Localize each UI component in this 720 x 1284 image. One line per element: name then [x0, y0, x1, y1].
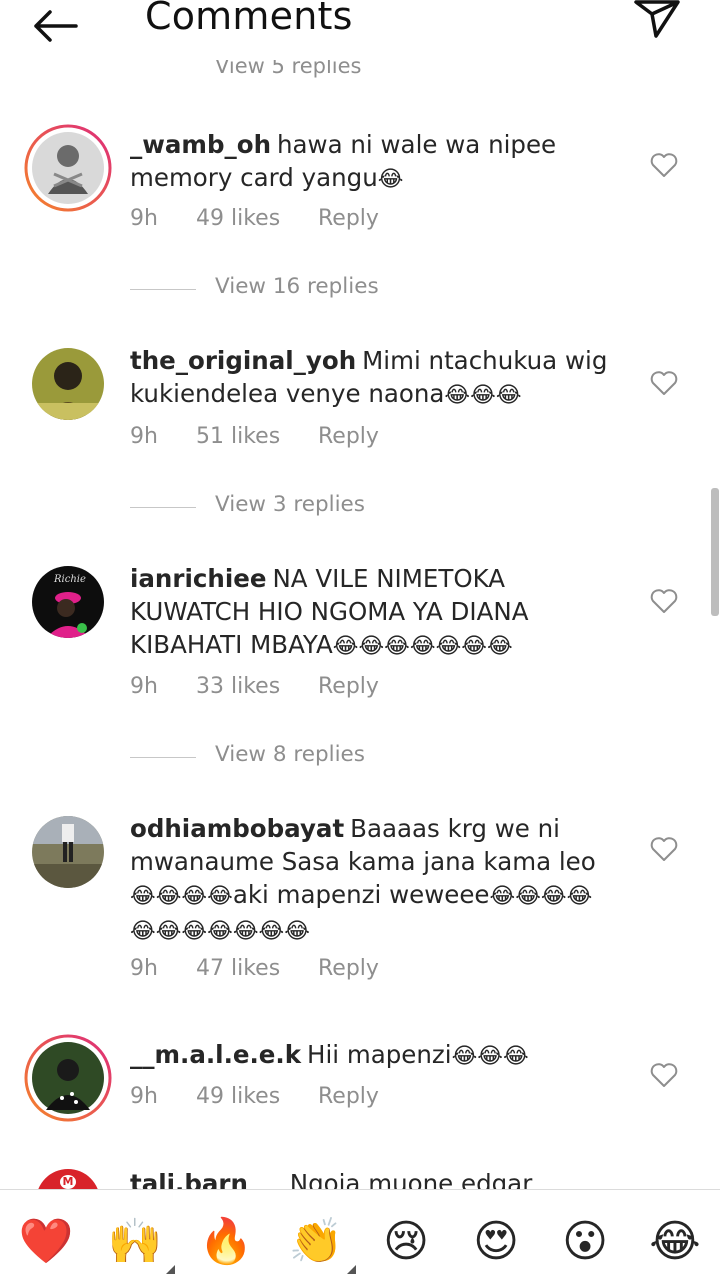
like-button[interactable]: [650, 1062, 678, 1088]
divider-line: [130, 757, 196, 758]
heart-icon: [650, 153, 678, 177]
comment-text: _wamb_oh hawa ni wale wa nipee memory car…: [130, 130, 557, 192]
comment-username[interactable]: ianrichiee: [130, 564, 266, 593]
comment-username[interactable]: the_original_yoh: [130, 346, 356, 375]
comment-time: 9h: [130, 1084, 158, 1109]
laughing-emoji: 😂😂😂😂: [130, 884, 233, 909]
like-button[interactable]: [650, 370, 678, 396]
laughing-emoji: 😂😂😂: [444, 383, 522, 408]
heart-eyes-emoji-button[interactable]: 😍: [466, 1212, 526, 1272]
comment-meta: 9h 47 likes Reply: [130, 956, 379, 981]
reply-button[interactable]: Reply: [318, 674, 379, 699]
surprised-face-emoji-button[interactable]: 😮: [555, 1212, 615, 1272]
crying-face-emoji-button[interactable]: 😢: [376, 1212, 436, 1272]
comment-text: tali.barn Ngoja muone edgar: [130, 1169, 532, 1189]
divider-line: [130, 289, 196, 290]
emoji-reaction-bar: ❤️ 🙌 🔥 👏 😢 😍 😮 😂: [0, 1189, 720, 1284]
view-replies-label[interactable]: View 3 replies: [215, 492, 365, 517]
comment-likes[interactable]: 49 likes: [196, 1084, 318, 1109]
divider-line: [130, 507, 196, 508]
reply-button[interactable]: Reply: [318, 956, 379, 981]
view-replies-label[interactable]: View 8 replies: [215, 742, 365, 767]
scrollbar[interactable]: [711, 488, 719, 616]
comment-username[interactable]: tali.barn: [130, 1169, 248, 1189]
svg-text:Richie: Richie: [53, 574, 86, 585]
red-heart-emoji-button[interactable]: ❤️: [16, 1212, 76, 1272]
heart-icon: [650, 371, 678, 395]
comment-username[interactable]: odhiambobayat: [130, 814, 344, 843]
avatar[interactable]: [24, 124, 112, 212]
comment-text: the_original_yoh Mimi ntachukua wig kukie…: [130, 346, 608, 408]
comment-time: 9h: [130, 206, 158, 231]
heart-icon: [650, 837, 678, 861]
send-icon: [634, 0, 680, 38]
comment-likes[interactable]: 51 likes: [196, 424, 318, 449]
comment-time: 9h: [130, 956, 158, 981]
skin-tone-corner-icon: [347, 1265, 356, 1274]
heart-icon: [650, 1063, 678, 1087]
back-arrow-icon: [34, 10, 78, 42]
avatar[interactable]: [24, 1034, 112, 1122]
raising-hands-emoji-button[interactable]: 🙌: [105, 1212, 175, 1274]
laughing-emoji: 😂: [377, 167, 404, 192]
avatar[interactable]: Richie: [32, 566, 104, 638]
page-title: Comments: [145, 0, 353, 38]
avatar[interactable]: M: [36, 1169, 100, 1189]
like-button[interactable]: [650, 588, 678, 614]
clapping-hands-emoji-button[interactable]: 👏: [286, 1212, 356, 1274]
like-button[interactable]: [650, 152, 678, 178]
view-replies-label[interactable]: View 16 replies: [215, 274, 379, 299]
comment-likes[interactable]: 49 likes: [196, 206, 318, 231]
reply-button[interactable]: Reply: [318, 206, 379, 231]
laughing-emoji: 😂😂😂: [451, 1044, 529, 1069]
heart-icon: [650, 589, 678, 613]
comment-text: ianrichiee NA VILE NIMETOKA KUWATCH HIO N…: [130, 564, 529, 659]
comment-username[interactable]: __m.a.l.e.e.k: [130, 1040, 301, 1069]
comment-meta: 9h 51 likes Reply: [130, 424, 379, 449]
comment-meta: 9h 49 likes Reply: [130, 206, 379, 231]
avatar[interactable]: [32, 348, 104, 420]
laughing-emoji-button[interactable]: 😂: [645, 1212, 705, 1272]
comment-time: 9h: [130, 674, 158, 699]
avatar[interactable]: [32, 816, 104, 888]
mario-cap-icon: M: [60, 1175, 76, 1189]
fire-emoji-button[interactable]: 🔥: [196, 1212, 256, 1272]
back-button[interactable]: [30, 4, 80, 44]
share-button[interactable]: [632, 0, 682, 40]
laughing-emoji: 😂😂😂😂😂😂😂: [332, 634, 513, 659]
comment-time: 9h: [130, 424, 158, 449]
reply-button[interactable]: Reply: [318, 424, 379, 449]
comment-username[interactable]: _wamb_oh: [130, 130, 271, 159]
view-replies-link[interactable]: View 5 replies: [215, 60, 362, 82]
header-bar: Comments: [0, 0, 720, 56]
comment-likes[interactable]: 47 likes: [196, 956, 318, 981]
comment-item: M tali.barn Ngoja muone edgar: [0, 1165, 720, 1189]
comment-text: odhiambobayat Baaaas krg we ni mwanaume S…: [130, 814, 596, 944]
reply-button[interactable]: Reply: [318, 1084, 379, 1109]
skin-tone-corner-icon: [166, 1265, 175, 1274]
like-button[interactable]: [650, 836, 678, 862]
comment-meta: 9h 33 likes Reply: [130, 674, 379, 699]
comment-meta: 9h 49 likes Reply: [130, 1084, 379, 1109]
comment-likes[interactable]: 33 likes: [196, 674, 318, 699]
comment-text: __m.a.l.e.e.k Hii mapenzi😂😂😂: [130, 1040, 529, 1069]
